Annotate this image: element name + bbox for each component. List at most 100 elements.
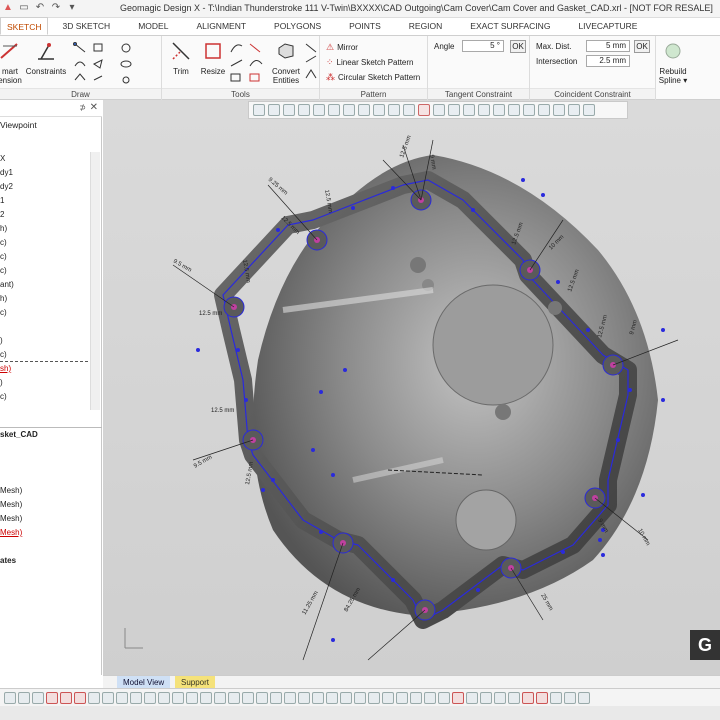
tree-item[interactable]: c) — [0, 252, 7, 261]
display-icon[interactable] — [102, 691, 114, 704]
linear-sketch-pattern-button[interactable]: ⁘ Linear Sketch Pattern — [326, 57, 413, 68]
intersection-input[interactable]: 2.5 mm — [586, 55, 630, 67]
display-icon[interactable] — [256, 691, 268, 704]
tree-item[interactable]: X — [0, 154, 5, 163]
convert-entities-button[interactable]: Convert Entities — [266, 40, 306, 85]
display-icon[interactable] — [368, 691, 380, 704]
tab-polygons[interactable]: POLYGONS — [260, 17, 335, 35]
display-icon[interactable] — [536, 691, 548, 704]
3d-viewport[interactable]: 12.5 mm 9 mm 9.25 mm 12.5 mm 12.5 mm 10 … — [103, 100, 720, 675]
tree-item[interactable]: c) — [0, 238, 7, 247]
tree-item[interactable]: c) — [0, 266, 7, 275]
tab-sketch[interactable]: SKETCH — [0, 17, 49, 35]
dropdown-icon[interactable]: ▾ — [66, 2, 78, 14]
display-icon[interactable] — [200, 691, 212, 704]
mirror-button[interactable]: ⚠ Mirror — [326, 42, 358, 53]
display-icon[interactable] — [242, 691, 254, 704]
tree-item[interactable]: ) — [0, 336, 3, 345]
display-icon[interactable] — [508, 691, 520, 704]
resize-button[interactable]: Resize — [198, 40, 228, 76]
app-icon[interactable]: ▲ — [2, 2, 14, 14]
display-icon[interactable] — [550, 691, 562, 704]
display-icon[interactable] — [326, 691, 338, 704]
tree-item[interactable]: ant) — [0, 280, 14, 289]
display-icon[interactable] — [270, 691, 282, 704]
display-icon[interactable] — [340, 691, 352, 704]
display-icon[interactable] — [158, 691, 170, 704]
circular-sketch-pattern-button[interactable]: ⁂ Circular Sketch Pattern — [326, 72, 420, 83]
tab-livecapture[interactable]: LIVECAPTURE — [564, 17, 651, 35]
tree-item[interactable]: ) — [0, 378, 3, 387]
display-icon[interactable] — [452, 691, 464, 704]
tree-item[interactable]: c) — [0, 308, 7, 317]
display-icon[interactable] — [522, 691, 534, 704]
draw-tools-icons — [73, 42, 132, 84]
redo-icon[interactable]: ↷ — [50, 2, 62, 14]
tree-item[interactable]: Mesh) — [0, 528, 22, 537]
display-icon[interactable] — [466, 691, 478, 704]
constraints-button[interactable]: Constraints — [24, 40, 68, 76]
smart-dimension-button[interactable]: mart ension — [0, 40, 22, 85]
display-icon[interactable] — [578, 691, 590, 704]
tree-item[interactable]: 1 — [0, 196, 4, 205]
tree-item[interactable]: h) — [0, 224, 7, 233]
max-dist-ok-button[interactable]: OK — [634, 40, 650, 53]
tree-item[interactable]: c) — [0, 350, 7, 359]
rebuild-spline-button[interactable]: Rebuild Spline ▾ — [656, 40, 690, 85]
max-dist-input[interactable]: 5 mm — [586, 40, 630, 52]
display-icon[interactable] — [4, 691, 16, 704]
display-icon[interactable] — [354, 691, 366, 704]
tab-alignment[interactable]: ALIGNMENT — [182, 17, 260, 35]
display-icon[interactable] — [186, 691, 198, 704]
panel-splitter[interactable] — [0, 427, 102, 428]
tab-exact-surfacing[interactable]: EXACT SURFACING — [456, 17, 564, 35]
circular-pattern-icon: ⁂ — [326, 72, 335, 82]
display-icon[interactable] — [312, 691, 324, 704]
pin-icon[interactable]: ⊅ — [79, 103, 86, 112]
tree-item[interactable]: Mesh) — [0, 514, 22, 523]
display-icon[interactable] — [424, 691, 436, 704]
display-icon[interactable] — [130, 691, 142, 704]
angle-ok-button[interactable]: OK — [510, 40, 526, 53]
tree-item[interactable]: c) — [0, 392, 7, 401]
tab-points[interactable]: POINTS — [335, 17, 395, 35]
tree-item[interactable]: dy1 — [0, 168, 13, 177]
display-icon[interactable] — [74, 691, 86, 704]
tree-item[interactable]: ates — [0, 556, 16, 565]
display-icon[interactable] — [32, 691, 44, 704]
tab-region[interactable]: REGION — [395, 17, 457, 35]
tree-item[interactable]: dy2 — [0, 182, 13, 191]
display-icon[interactable] — [46, 691, 58, 704]
display-icon[interactable] — [410, 691, 422, 704]
display-icon[interactable] — [494, 691, 506, 704]
tree-item-selected[interactable]: sh) — [0, 364, 11, 373]
close-icon[interactable]: ✕ — [90, 102, 98, 113]
display-icon[interactable] — [284, 691, 296, 704]
save-icon[interactable]: ▭ — [18, 2, 30, 14]
display-icon[interactable] — [144, 691, 156, 704]
display-icon[interactable] — [382, 691, 394, 704]
trim-button[interactable]: Trim — [166, 40, 196, 76]
tree-item[interactable]: Mesh) — [0, 486, 22, 495]
display-icon[interactable] — [298, 691, 310, 704]
display-icon[interactable] — [438, 691, 450, 704]
display-icon[interactable] — [88, 691, 100, 704]
display-icon[interactable] — [18, 691, 30, 704]
tree-item[interactable]: h) — [0, 294, 7, 303]
display-icon[interactable] — [60, 691, 72, 704]
tree-item[interactable]: sket_CAD — [0, 430, 38, 439]
display-icon[interactable] — [116, 691, 128, 704]
display-icon[interactable] — [214, 691, 226, 704]
tree-item[interactable]: Mesh) — [0, 500, 22, 509]
tree-scrollbar[interactable] — [90, 152, 100, 410]
angle-input[interactable]: 5 ° — [462, 40, 504, 52]
display-icon[interactable] — [480, 691, 492, 704]
display-icon[interactable] — [172, 691, 184, 704]
display-icon[interactable] — [228, 691, 240, 704]
display-icon[interactable] — [396, 691, 408, 704]
tab-model[interactable]: MODEL — [124, 17, 182, 35]
display-icon[interactable] — [564, 691, 576, 704]
tab-3d-sketch[interactable]: 3D SKETCH — [48, 17, 124, 35]
tree-item[interactable]: 2 — [0, 210, 4, 219]
undo-icon[interactable]: ↶ — [34, 2, 46, 14]
